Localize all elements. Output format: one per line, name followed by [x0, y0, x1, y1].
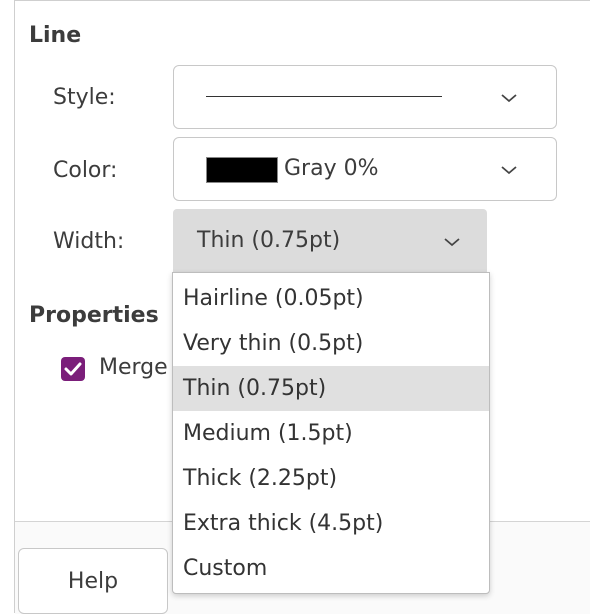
solid-line-preview [206, 96, 442, 97]
merge-label[interactable]: Merge [99, 355, 168, 380]
chevron-down-icon [501, 166, 517, 175]
chevron-down-icon [501, 94, 517, 103]
color-value: Gray 0% [284, 156, 379, 181]
style-dropdown[interactable] [173, 65, 557, 129]
color-swatch [206, 157, 278, 183]
line-section-title: Line [29, 23, 82, 48]
color-label: Color: [53, 158, 118, 183]
width-value: Thin (0.75pt) [197, 228, 341, 253]
width-option-very-thin[interactable]: Very thin (0.5pt) [173, 321, 489, 366]
width-label: Width: [53, 229, 125, 254]
width-option-extra-thick[interactable]: Extra thick (4.5pt) [173, 501, 489, 546]
properties-section-title: Properties [29, 303, 159, 328]
color-dropdown[interactable]: Gray 0% [173, 137, 557, 201]
style-label: Style: [53, 85, 116, 110]
width-options-list: Hairline (0.05pt) Very thin (0.5pt) Thin… [172, 272, 490, 594]
chevron-down-icon [444, 238, 460, 247]
width-dropdown[interactable]: Thin (0.75pt) [173, 209, 487, 273]
width-option-thin[interactable]: Thin (0.75pt) [173, 366, 489, 411]
check-icon [64, 362, 82, 376]
merge-checkbox[interactable] [61, 357, 85, 381]
width-option-custom[interactable]: Custom [173, 546, 489, 591]
width-option-medium[interactable]: Medium (1.5pt) [173, 411, 489, 456]
help-button[interactable]: Help [18, 548, 168, 614]
width-option-hairline[interactable]: Hairline (0.05pt) [173, 276, 489, 321]
width-option-thick[interactable]: Thick (2.25pt) [173, 456, 489, 501]
